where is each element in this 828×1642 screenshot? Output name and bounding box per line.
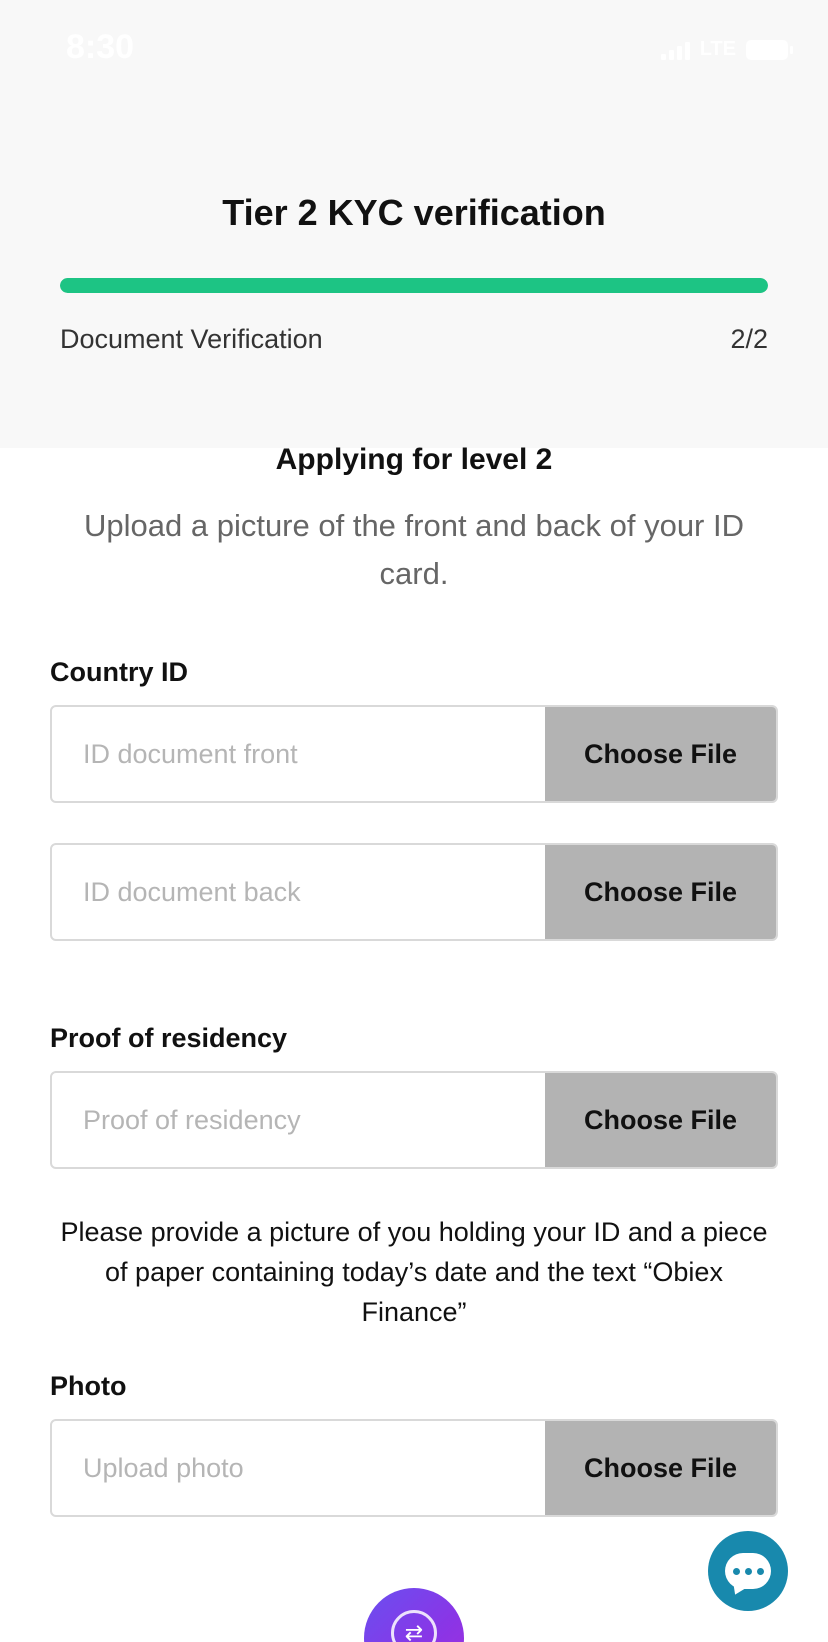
network-label: LTE xyxy=(699,38,736,60)
kyc-page: 8:30 LTE Tier 2 KYC verification Documen… xyxy=(0,0,828,1642)
progress-fill xyxy=(60,278,768,293)
status-indicators: LTE xyxy=(660,38,793,61)
country-id-label: Country ID xyxy=(50,657,188,687)
status-time: 8:30 xyxy=(66,28,135,66)
photo-instruction-note: Please provide a picture of you holding … xyxy=(60,1217,768,1327)
header: 8:30 LTE Tier 2 KYC verification Documen… xyxy=(0,0,828,448)
signal-icon xyxy=(660,40,690,60)
residency-file-field[interactable]: Proof of residency Choose File xyxy=(50,1071,778,1169)
id-front-file-field[interactable]: ID document front Choose File xyxy=(50,705,778,803)
chat-button[interactable] xyxy=(708,1531,788,1611)
id-back-choose-file-button[interactable]: Choose File xyxy=(545,845,776,939)
photo-placeholder[interactable]: Upload photo xyxy=(52,1421,545,1515)
id-back-file-field[interactable]: ID document back Choose File xyxy=(50,843,778,941)
battery-icon xyxy=(746,39,793,60)
residency-label: Proof of residency xyxy=(50,1023,288,1053)
photo-file-field[interactable]: Upload photo Choose File xyxy=(50,1419,778,1517)
residency-placeholder[interactable]: Proof of residency xyxy=(52,1073,545,1167)
instruction-text: Upload a picture of the front and back o… xyxy=(84,508,744,591)
step-label: Document Verification xyxy=(60,324,323,354)
step-count: 2/2 xyxy=(730,324,768,354)
progress-bar xyxy=(60,278,768,293)
photo-choose-file-button[interactable]: Choose File xyxy=(545,1421,776,1515)
swap-icon: ⇄ xyxy=(391,1610,437,1642)
photo-label: Photo xyxy=(50,1371,127,1401)
swap-button[interactable]: ⇄ xyxy=(364,1588,464,1642)
id-front-placeholder[interactable]: ID document front xyxy=(52,707,545,801)
page-title: Tier 2 KYC verification xyxy=(222,192,606,233)
status-bar: 8:30 LTE xyxy=(0,0,828,96)
level-title: Applying for level 2 xyxy=(275,443,553,476)
id-back-placeholder[interactable]: ID document back xyxy=(52,845,545,939)
chat-bubble-icon xyxy=(725,1553,771,1589)
id-front-choose-file-button[interactable]: Choose File xyxy=(545,707,776,801)
residency-choose-file-button[interactable]: Choose File xyxy=(545,1073,776,1167)
